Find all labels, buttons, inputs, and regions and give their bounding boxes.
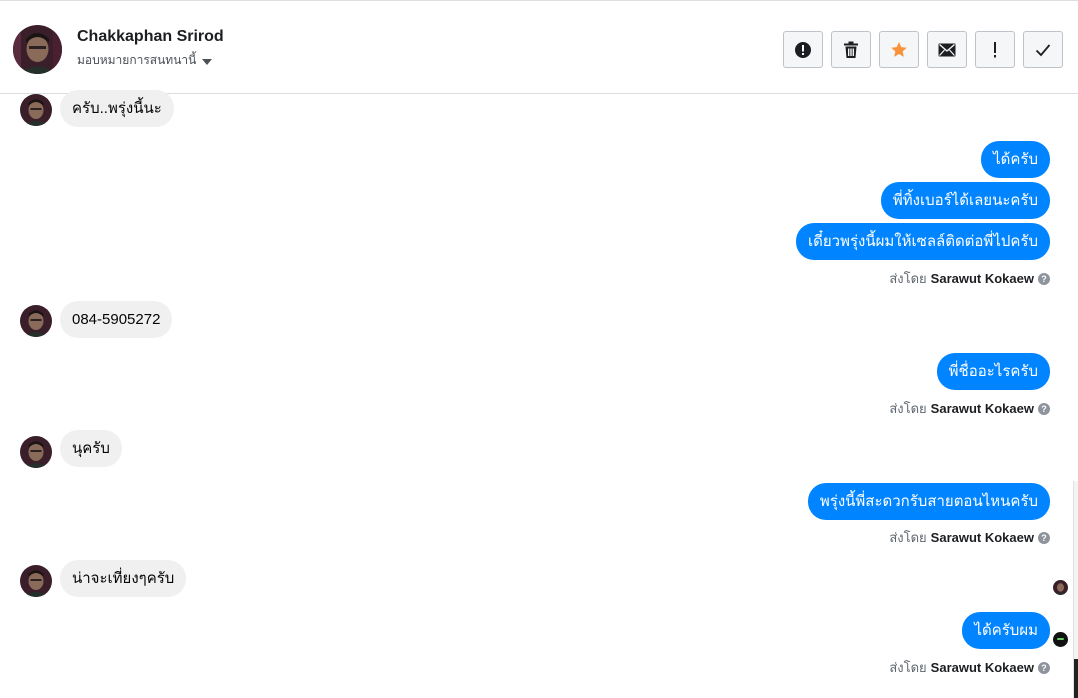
sent-by-info: ส่งโดย Sarawut Kokaew ?: [889, 657, 1050, 678]
contact-avatar-small[interactable]: [20, 565, 52, 597]
message-list: ครับ..พรุ่งนี้นะ ได้ครับ พี่ทิ้งเบอร์ได้…: [0, 90, 1078, 698]
help-icon[interactable]: ?: [1038, 402, 1050, 415]
sent-by-info: ส่งโดย Sarawut Kokaew ?: [889, 268, 1050, 289]
mark-spam-button[interactable]: [783, 31, 823, 68]
trash-icon: [844, 41, 858, 58]
outgoing-message: พี่ชื่ออะไรครับ: [936, 353, 1050, 390]
contact-avatar[interactable]: [13, 25, 62, 74]
star-icon: [891, 41, 907, 57]
incoming-message: นุครับ: [60, 430, 122, 467]
outgoing-message: พรุ่งนี้พี่สะดวกรับสายตอนไหนครับ: [807, 483, 1050, 520]
contact-avatar-small[interactable]: [20, 305, 52, 337]
mark-unread-button[interactable]: [927, 31, 967, 68]
follow-up-button[interactable]: [975, 31, 1015, 68]
chevron-down-icon: [202, 58, 213, 65]
star-button[interactable]: [879, 31, 919, 68]
assign-conversation-dropdown[interactable]: มอบหมายการสนทนานี้: [77, 51, 213, 70]
agent-status-icon: [1053, 632, 1068, 647]
exclamation-icon: [994, 41, 996, 57]
sent-by-prefix: ส่งโดย: [889, 660, 927, 675]
incoming-message: ครับ..พรุ่งนี้นะ: [60, 90, 174, 127]
help-icon[interactable]: ?: [1038, 272, 1050, 285]
outgoing-message: ได้ครับผม: [962, 612, 1050, 649]
contact-avatar-small[interactable]: [20, 94, 52, 126]
contact-avatar-small[interactable]: [20, 436, 52, 468]
sent-by-agent[interactable]: Sarawut Kokaew: [931, 530, 1034, 545]
mark-done-button[interactable]: [1023, 31, 1063, 68]
outgoing-message: ได้ครับ: [981, 141, 1050, 178]
outgoing-message: เดี๋ยวพรุ่งนี้ผมให้เซลล์ติดต่อพี่ไปครับ: [796, 223, 1050, 260]
assign-label: มอบหมายการสนทนานี้: [77, 53, 197, 67]
incoming-message: น่าจะเที่ยงๆครับ: [60, 560, 187, 597]
contact-name: Chakkaphan Srirod: [77, 28, 224, 45]
sent-by-prefix: ส่งโดย: [889, 401, 927, 416]
sent-by-agent[interactable]: Sarawut Kokaew: [931, 401, 1034, 416]
envelope-icon: [938, 43, 956, 56]
sent-by-info: ส่งโดย Sarawut Kokaew ?: [889, 527, 1050, 548]
outgoing-message: พี่ทิ้งเบอร์ได้เลยนะครับ: [880, 182, 1050, 219]
read-receipt-avatar: [1053, 580, 1068, 595]
help-icon[interactable]: ?: [1038, 661, 1050, 674]
sent-by-agent[interactable]: Sarawut Kokaew: [931, 271, 1034, 286]
sent-by-agent[interactable]: Sarawut Kokaew: [931, 660, 1034, 675]
sent-by-prefix: ส่งโดย: [889, 530, 927, 545]
conversation-header: Chakkaphan Srirod มอบหมายการสนทนานี้: [0, 5, 1078, 94]
alert-circle-icon: [795, 41, 811, 58]
help-icon[interactable]: ?: [1038, 531, 1050, 544]
delete-button[interactable]: [831, 31, 871, 68]
incoming-message: 084-5905272: [60, 301, 173, 338]
conversation-panel: Chakkaphan Srirod มอบหมายการสนทนานี้ ครั…: [0, 0, 1078, 698]
scrollbar-thumb[interactable]: [1074, 659, 1078, 698]
sent-by-info: ส่งโดย Sarawut Kokaew ?: [889, 398, 1050, 419]
check-icon: [1035, 43, 1051, 56]
conversation-actions: [783, 31, 1063, 68]
sent-by-prefix: ส่งโดย: [889, 271, 927, 286]
